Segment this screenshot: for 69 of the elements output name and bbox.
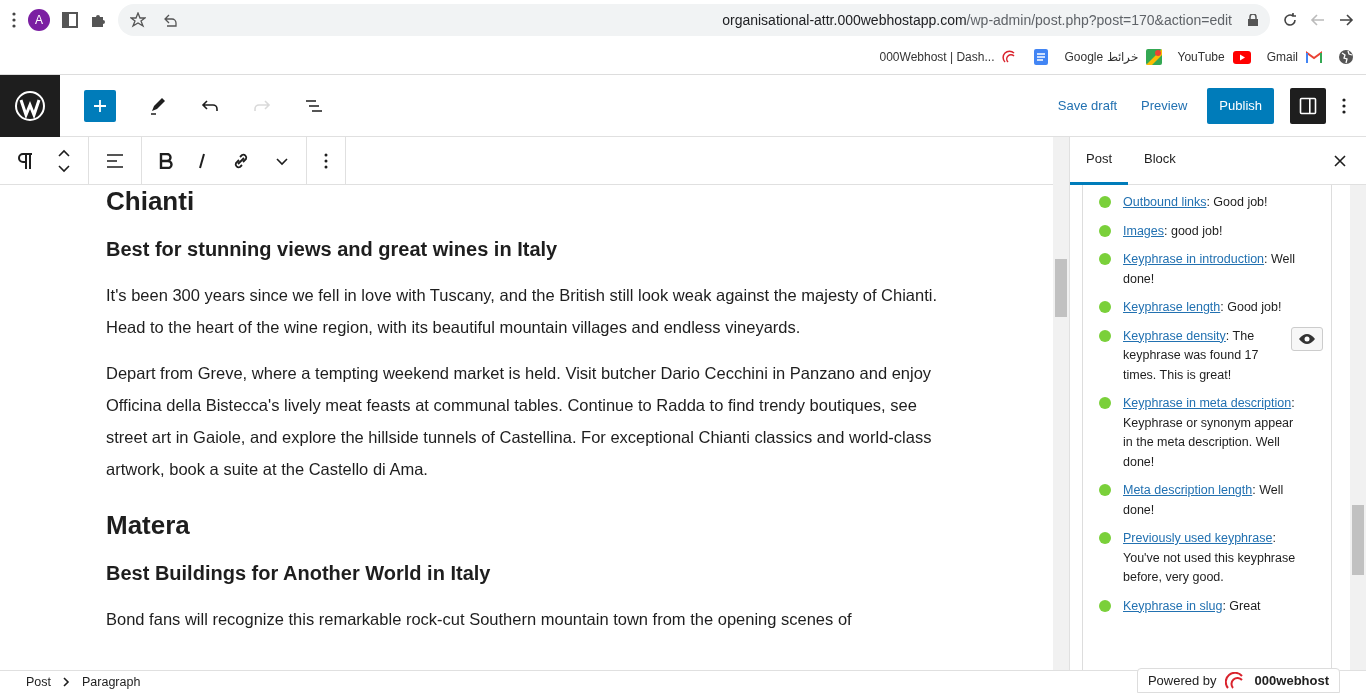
check-result: Meta description length: Well done!	[1123, 482, 1285, 519]
heading: Matera	[106, 509, 191, 541]
globe-icon[interactable]	[1338, 49, 1354, 65]
move-arrows-icon[interactable]	[57, 148, 71, 173]
subheading: Best Buildings for Another World in Italy	[106, 561, 492, 586]
pencil-icon[interactable]	[148, 95, 168, 116]
add-block-button[interactable]	[84, 89, 116, 122]
check-result: Keyphrase in introduction: Well done!	[1123, 251, 1297, 288]
mail-icon	[1306, 51, 1322, 63]
settings-button[interactable]	[1290, 87, 1326, 124]
sidebar-tab[interactable]: Block	[1128, 136, 1192, 185]
scrollbar[interactable]	[1350, 185, 1366, 670]
check-result: Previously used keyphrase: You've not used this keyphrase before, very good.	[1123, 530, 1297, 586]
paragraph: Bond fans will recognize this remarkable rock-cut Southern mountain town from the opening scenes of	[106, 609, 853, 630]
check-result: Keyphrase length: Good job!	[1123, 299, 1283, 316]
menu-icon[interactable]	[12, 12, 16, 28]
sidebar-icon	[1299, 96, 1317, 115]
forward-icon[interactable]	[1338, 12, 1354, 28]
check-result: Keyphrase density: The keyphrase was found 17 times. This is great!	[1123, 327, 1260, 384]
paragraph: It's been 300 years since we fell in love with Tuscany, and the British still look weak against the majesty of Chianti. Head to the heart of the wine region, with its beautiful mountain villages and endless vineyards.	[106, 285, 938, 338]
eye-icon	[1298, 332, 1316, 345]
check-result: Keyphrase in slug: Great	[1123, 597, 1262, 615]
chevron-right-icon	[63, 677, 70, 687]
bookmark[interactable]: YouTube	[1177, 48, 1251, 66]
profile-avatar[interactable]: A	[28, 9, 50, 31]
bookmark[interactable]: Google خرائط	[1064, 48, 1162, 66]
italic-icon[interactable]	[197, 152, 207, 169]
align-left-icon[interactable]	[106, 152, 124, 169]
highlight-button[interactable]	[1291, 326, 1323, 351]
map-icon	[1145, 49, 1162, 65]
check-link[interactable]: Keyphrase density	[1123, 328, 1226, 343]
paragraph: Depart from Greve, where a tempting weekend market is held. Visit butcher Dario Cecchini in Panzano and enjoy Officina della Bistecca's lively meat feasts at communal tables. Continue to Radda to find trendy boutiques, see street art in Gaiole, and explore the hillside tunnels of Castellina. For exceptional Chianti classics and world-class artwork, book a suite at the Castello di Ama.	[106, 363, 933, 480]
scrollbar[interactable]	[1053, 137, 1069, 670]
check-result: Outbound links: Good job!	[1123, 194, 1269, 211]
publish-button[interactable]: Publish	[1207, 87, 1274, 124]
heading: Chianti	[106, 185, 196, 217]
brand-name: 000webhost	[1254, 671, 1330, 690]
url-text[interactable]: organisational-attr.000webhostapp.com/wp-admin/post.php?post=170&action=edit	[722, 9, 1232, 31]
video-icon	[1232, 50, 1251, 64]
bookmark[interactable]: Gmail	[1266, 48, 1322, 66]
sidebar-icon[interactable]	[62, 12, 78, 28]
bold-icon[interactable]	[159, 152, 173, 169]
lock-icon	[1248, 14, 1258, 26]
reload-icon[interactable]	[1282, 12, 1298, 28]
check-result: Keyphrase in meta description: Keyphrase or synonym appear in the meta description. Well done!	[1123, 395, 1296, 471]
address-bar[interactable]: organisational-attr.000webhostapp.com/wp-admin/post.php?post=170&action=edit	[118, 4, 1270, 36]
paragraph-icon[interactable]	[17, 151, 33, 170]
breadcrumb-link[interactable]: Post	[26, 672, 51, 692]
puzzle-icon[interactable]	[90, 12, 106, 28]
save-draft-button[interactable]: Save draft	[1053, 95, 1122, 116]
check-result: Images: good job!	[1123, 222, 1224, 240]
wordpress-logo[interactable]	[0, 74, 60, 137]
bookmark[interactable]: 000Webhost | Dash...	[879, 48, 1019, 66]
powered-by-badge[interactable]: Powered by 000webhost	[1137, 668, 1340, 693]
breadcrumb-link[interactable]: Paragraph	[82, 672, 141, 692]
subheading: Best for stunning views and great wines in Italy	[106, 237, 559, 262]
preview-button[interactable]: Preview	[1137, 95, 1192, 116]
close-icon[interactable]	[1334, 154, 1346, 167]
share-icon[interactable]	[162, 12, 178, 28]
document-icon[interactable]	[1034, 49, 1049, 65]
options-icon[interactable]	[1342, 97, 1346, 114]
powered-by-text: Powered by	[1147, 671, 1217, 690]
options-icon[interactable]	[324, 152, 328, 169]
chevron-down-icon[interactable]	[275, 155, 289, 166]
sidebar-tab[interactable]: Post	[1070, 136, 1128, 185]
check-link[interactable]: Keyphrase in introduction	[1123, 252, 1265, 266]
star-icon[interactable]	[130, 12, 146, 28]
plus-icon	[93, 98, 107, 113]
check-link[interactable]: Images	[1123, 223, 1164, 238]
